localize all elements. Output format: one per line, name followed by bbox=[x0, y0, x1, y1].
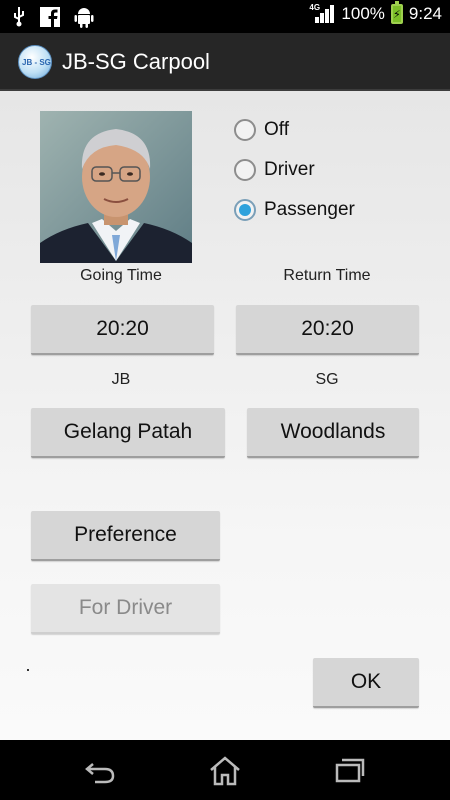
sg-label: SG bbox=[315, 371, 339, 388]
radio-driver[interactable]: Driver bbox=[234, 159, 315, 181]
app-title: JB-SG Carpool bbox=[62, 49, 210, 74]
back-icon[interactable] bbox=[83, 754, 117, 788]
jb-label: JB bbox=[111, 371, 131, 388]
preference-button[interactable]: Preference bbox=[31, 511, 220, 561]
for-driver-button[interactable]: For Driver bbox=[31, 584, 220, 634]
ok-button[interactable]: OK bbox=[313, 658, 419, 708]
divider-dot bbox=[27, 669, 29, 671]
sg-location-button[interactable]: Woodlands bbox=[247, 408, 419, 458]
going-time-label: Going Time bbox=[80, 267, 162, 284]
radio-label: Off bbox=[264, 119, 289, 140]
network-type: 4G bbox=[309, 3, 321, 12]
radio-passenger[interactable]: Passenger bbox=[234, 199, 355, 221]
profile-photo bbox=[40, 111, 192, 263]
facebook-icon bbox=[40, 7, 60, 27]
action-bar: JB - SG JB-SG Carpool bbox=[0, 33, 450, 91]
battery-percent: 100% bbox=[341, 4, 385, 23]
navigation-bar bbox=[0, 740, 450, 800]
return-time-label: Return Time bbox=[283, 267, 371, 284]
recent-apps-icon[interactable] bbox=[333, 754, 367, 788]
radio-off[interactable]: Off bbox=[234, 119, 289, 141]
clock: 9:24 bbox=[408, 4, 442, 23]
going-time-button[interactable]: 20:20 bbox=[31, 305, 214, 355]
radio-button[interactable] bbox=[234, 119, 256, 141]
main-content: Off Driver Passenger Going Time Return T… bbox=[0, 91, 450, 740]
app-logo-icon: JB - SG bbox=[18, 45, 52, 79]
android-icon bbox=[74, 8, 94, 28]
radio-label: Driver bbox=[264, 159, 315, 180]
usb-icon bbox=[14, 7, 24, 27]
signal-icon: 4G bbox=[309, 3, 335, 23]
radio-label: Passenger bbox=[264, 199, 355, 220]
status-bar: 4G 100% ⚡ 9:24 bbox=[0, 0, 450, 33]
battery-icon: ⚡ bbox=[390, 1, 403, 24]
home-icon[interactable] bbox=[208, 754, 242, 788]
notification-icons bbox=[12, 6, 94, 28]
jb-location-button[interactable]: Gelang Patah bbox=[31, 408, 225, 458]
radio-button[interactable] bbox=[234, 159, 256, 181]
return-time-button[interactable]: 20:20 bbox=[236, 305, 419, 355]
radio-button-selected[interactable] bbox=[234, 199, 256, 221]
